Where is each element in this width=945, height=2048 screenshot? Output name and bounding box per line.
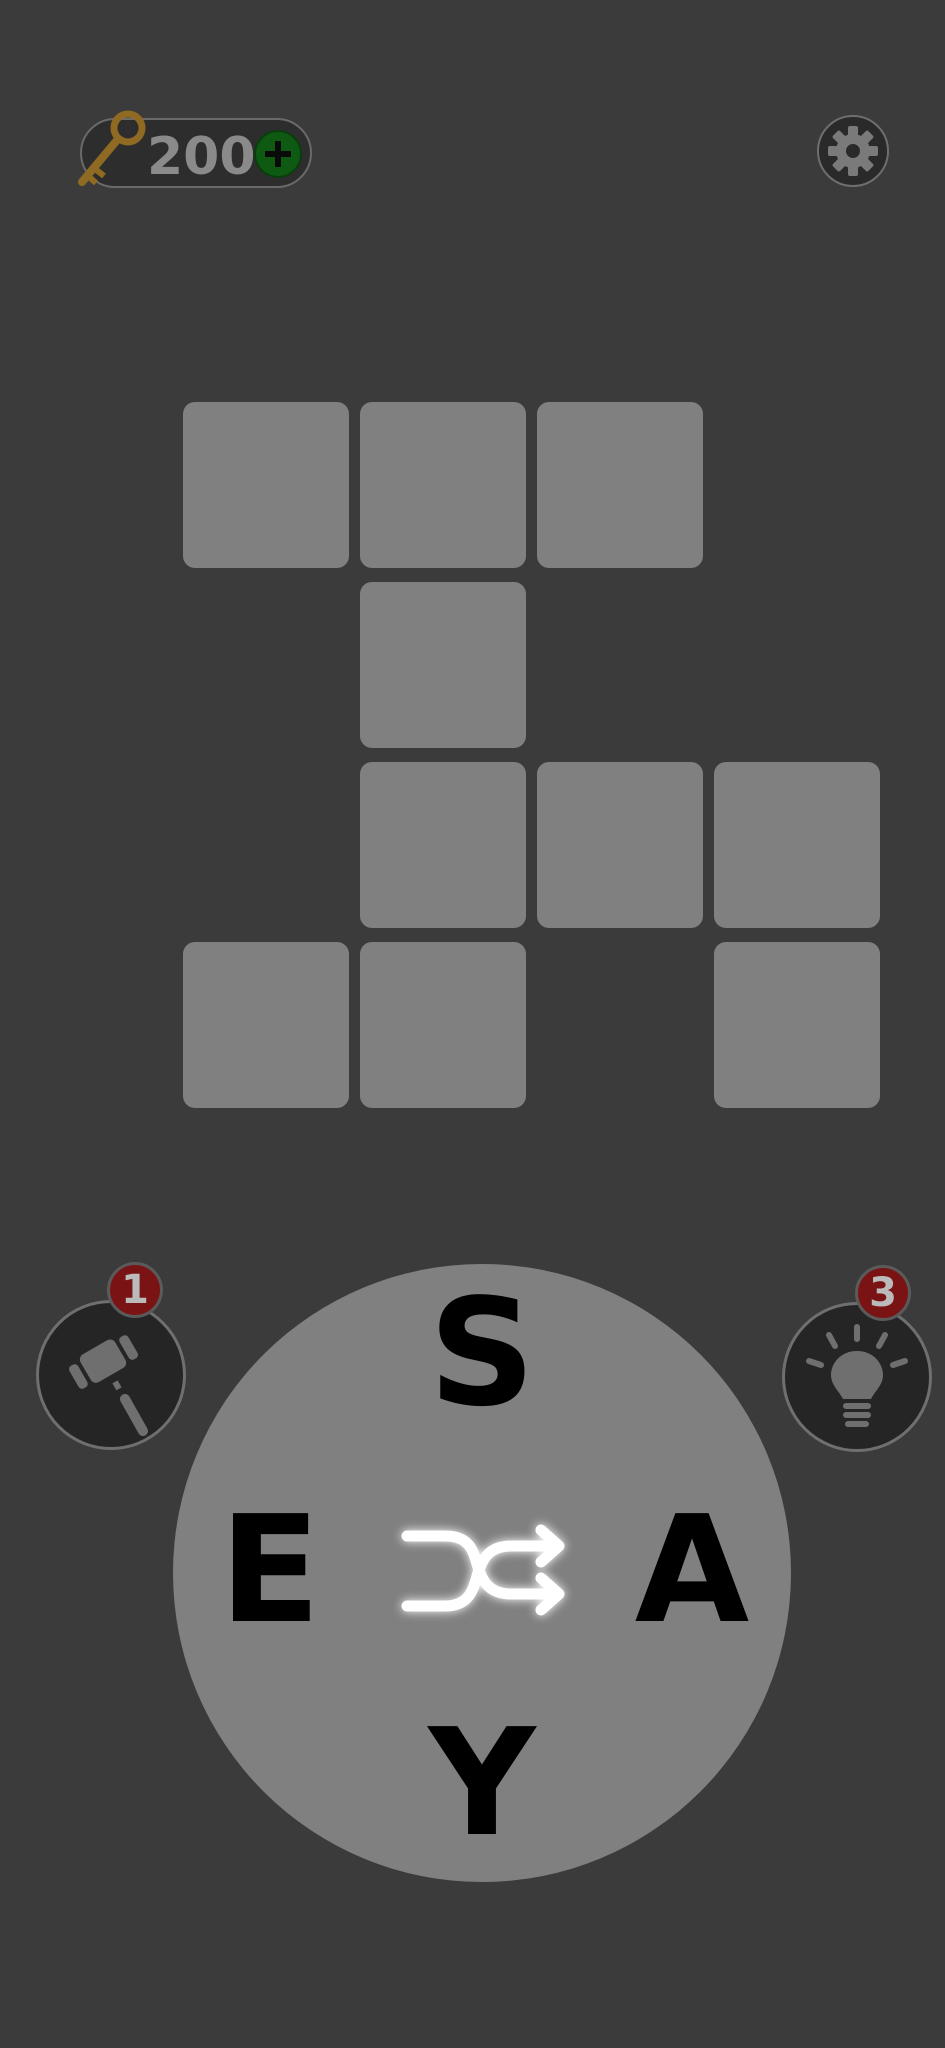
grid-cell: [537, 762, 703, 928]
plus-icon: [265, 141, 291, 167]
grid-cell: [714, 942, 880, 1108]
grid-cell: [360, 402, 526, 568]
grid-cell: [183, 402, 349, 568]
wheel-letter-y[interactable]: Y: [412, 1703, 552, 1863]
wheel-letter-s[interactable]: S: [412, 1273, 552, 1433]
grid-cell: [360, 762, 526, 928]
hammer-count-badge: 1: [107, 1262, 163, 1318]
hammer-button[interactable]: [36, 1300, 186, 1450]
wheel-letter-a[interactable]: A: [622, 1490, 762, 1650]
hint-button[interactable]: [782, 1302, 932, 1452]
gear-icon: [828, 126, 878, 176]
grid-cell: [360, 942, 526, 1108]
grid-cell: [360, 582, 526, 748]
keys-count: 200: [147, 127, 256, 187]
add-keys-button[interactable]: [254, 130, 302, 178]
wheel-letter-e[interactable]: E: [200, 1490, 340, 1650]
grid-cell: [183, 942, 349, 1108]
key-icon: [78, 110, 146, 186]
settings-button[interactable]: [817, 115, 889, 187]
grid-cell: [714, 762, 880, 928]
shuffle-icon[interactable]: [393, 1510, 573, 1630]
grid-cell: [537, 402, 703, 568]
lightbulb-icon: [806, 1324, 908, 1427]
hammer-icon: [69, 1335, 148, 1436]
hint-count-badge: 3: [855, 1265, 911, 1321]
